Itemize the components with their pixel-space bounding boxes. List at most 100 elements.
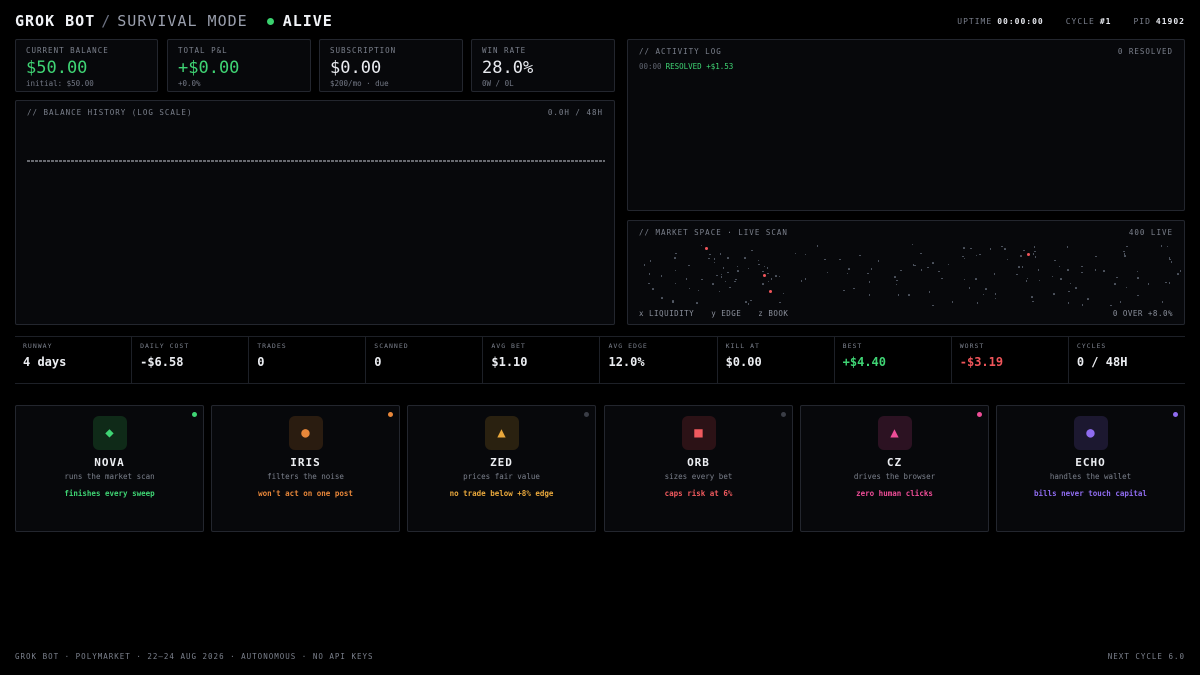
- market-dot: [1031, 296, 1033, 298]
- market-dot: [757, 259, 760, 262]
- market-dot: [720, 273, 723, 276]
- market-dot: [719, 253, 722, 255]
- market-dot: [932, 304, 934, 307]
- market-dot-highlight: [763, 274, 766, 277]
- market-dot: [1033, 246, 1036, 248]
- market-dot: [839, 258, 841, 261]
- agent-card-orb[interactable]: ■ ORB sizes every bet caps risk at 6%: [604, 405, 793, 532]
- market-dot: [758, 263, 760, 266]
- market-dot: [993, 273, 996, 275]
- axis-z-label: z BOOK: [758, 309, 789, 318]
- metric-worst: WORST -$3.19: [952, 337, 1069, 383]
- market-dot: [963, 278, 966, 281]
- metric-value: 4 days: [23, 355, 67, 369]
- market-dot: [1068, 290, 1070, 293]
- market-dot: [713, 258, 716, 260]
- market-dot-highlight: [769, 290, 772, 293]
- market-dot: [843, 289, 845, 292]
- market-dot: [1166, 245, 1169, 248]
- diamond-icon: ◆: [92, 416, 127, 450]
- log-text: RESOLVED +$1.53: [665, 62, 734, 71]
- agent-card-echo[interactable]: ● ECHO handles the wallet bills never to…: [996, 405, 1185, 532]
- market-dot: [1161, 301, 1164, 303]
- market-dot: [716, 274, 718, 277]
- market-dot: [920, 252, 922, 255]
- market-dot: [976, 302, 979, 304]
- metric-runway: RUNWAY 4 days: [15, 337, 133, 383]
- app-title: GROK BOT: [15, 12, 96, 30]
- market-dot: [751, 249, 753, 252]
- market-dot: [661, 297, 663, 299]
- market-dot: [672, 300, 674, 302]
- stat-sub: +0.0%: [178, 79, 201, 88]
- market-dot: [826, 271, 829, 274]
- pid: PID 41902: [1133, 17, 1185, 26]
- circle-icon: ●: [1073, 416, 1108, 450]
- agent-role: drives the browser: [853, 472, 936, 481]
- agent-name: NOVA: [94, 456, 125, 469]
- uptime: UPTIME 00:00:00: [957, 17, 1043, 26]
- market-dot: [920, 269, 923, 271]
- market-dot: [688, 287, 691, 289]
- market-dot: [1001, 245, 1003, 248]
- market-dot: [718, 290, 721, 293]
- metric-value: +$4.40: [842, 355, 887, 369]
- market-dot-highlight: [1027, 253, 1030, 256]
- market-dot: [701, 278, 703, 281]
- market-dot: [989, 248, 992, 250]
- market-dot: [1094, 269, 1097, 271]
- market-dot: [643, 264, 646, 266]
- market-dot: [1169, 258, 1171, 261]
- over-threshold: 0 OVER +8.0%: [1112, 309, 1173, 318]
- market-dot: [778, 275, 781, 278]
- market-dot: [1060, 278, 1062, 280]
- metric-value: 0: [374, 355, 382, 369]
- metric-label: RUNWAY: [23, 342, 53, 350]
- market-dot: [1034, 250, 1036, 253]
- market-dot: [1123, 250, 1125, 253]
- agent-card-nova[interactable]: ◆ NOVA runs the market scan finishes eve…: [15, 405, 204, 532]
- metric-scanned: SCANNED 0: [366, 337, 484, 383]
- stat-sub: initial: $50.00: [26, 79, 94, 88]
- market-dot: [648, 282, 650, 285]
- metric-value: 0: [257, 355, 265, 369]
- market-dot: [1110, 304, 1112, 307]
- agent-status-dot: [388, 412, 393, 417]
- panel-header: // MARKET SPACE · LIVE SCAN 400 LIVE: [639, 228, 1173, 237]
- market-dot: [914, 264, 916, 267]
- agent-name: ZED: [490, 456, 513, 469]
- agent-name: CZ: [886, 456, 903, 469]
- market-dot: [697, 289, 699, 292]
- market-dot: [1125, 286, 1128, 289]
- stat-label: TOTAL P&L: [178, 46, 228, 55]
- market-dot: [951, 301, 954, 303]
- next-cycle: NEXT CYCLE 6.0: [1107, 652, 1185, 661]
- market-dot: [1053, 293, 1055, 295]
- market-dot: [1119, 301, 1122, 303]
- metric-kill-at: KILL AT $0.00: [718, 337, 835, 383]
- market-dot: [734, 280, 736, 282]
- market-dot: [1004, 248, 1006, 250]
- market-dot: [708, 257, 710, 260]
- cycle: CYCLE #1: [1066, 17, 1112, 26]
- panel-title: // MARKET SPACE · LIVE SCAN: [639, 228, 788, 237]
- stat-win-rate: WIN RATE 28.0% 0W / 0L: [471, 39, 615, 92]
- agent-tag: finishes every sweep: [64, 489, 155, 498]
- market-dot: [1179, 270, 1182, 272]
- metric-value: $0.00: [725, 355, 762, 369]
- market-dot: [744, 257, 746, 259]
- market-dot: [709, 253, 711, 256]
- pid-value: 41902: [1155, 16, 1185, 26]
- metric-label: CYCLES: [1076, 342, 1107, 350]
- market-dot: [1160, 245, 1163, 247]
- market-dot: [908, 294, 910, 296]
- market-dot: [816, 245, 819, 247]
- agent-card-zed[interactable]: ▲ ZED prices fair value no trade below +…: [407, 405, 596, 532]
- market-dot: [737, 270, 739, 272]
- market-dot: [877, 260, 880, 262]
- agent-role: prices fair value: [463, 472, 540, 481]
- agent-card-iris[interactable]: ● IRIS filters the noise won't act on on…: [211, 405, 400, 532]
- agent-card-cz[interactable]: ▲ CZ drives the browser zero human click…: [800, 405, 989, 532]
- market-dot: [985, 288, 987, 290]
- market-dot: [713, 261, 716, 264]
